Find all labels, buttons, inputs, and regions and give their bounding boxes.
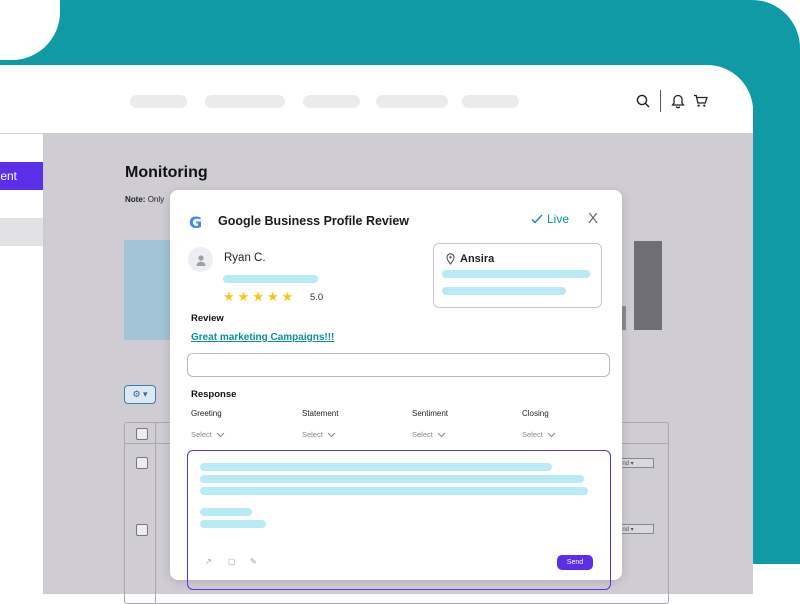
closing-select[interactable]: Select bbox=[522, 430, 556, 439]
avatar bbox=[188, 247, 213, 272]
text-placeholder bbox=[442, 287, 566, 295]
bell-icon[interactable] bbox=[671, 94, 685, 109]
chevron-down-icon bbox=[547, 432, 556, 437]
nav-item-placeholder[interactable] bbox=[303, 95, 360, 108]
share-icon[interactable]: ↗ bbox=[205, 557, 212, 566]
edit-icon[interactable]: ✎ bbox=[250, 557, 257, 566]
copy-icon[interactable]: ▢ bbox=[228, 557, 236, 566]
text-placeholder bbox=[200, 463, 552, 471]
table-column-divider bbox=[155, 423, 156, 603]
text-placeholder bbox=[200, 508, 252, 516]
star-icon: ★ bbox=[223, 289, 235, 304]
note-text: Only bbox=[147, 195, 165, 204]
divider bbox=[660, 90, 661, 112]
star-icon: ★ bbox=[266, 289, 279, 304]
chevron-down-icon bbox=[216, 432, 225, 437]
modal-title: Google Business Profile Review bbox=[218, 214, 410, 228]
sidebar: ent bbox=[0, 134, 44, 594]
star-icon: ★ bbox=[252, 289, 264, 304]
cart-icon[interactable] bbox=[693, 94, 708, 108]
check-icon bbox=[531, 214, 543, 224]
text-placeholder bbox=[200, 487, 588, 495]
location-name: Ansira bbox=[460, 253, 495, 265]
review-text-link[interactable]: Great marketing Campaigns!!! bbox=[191, 332, 334, 343]
select-all-checkbox[interactable] bbox=[136, 428, 148, 440]
send-button[interactable]: Send bbox=[557, 555, 593, 570]
greeting-select[interactable]: Select bbox=[191, 430, 225, 439]
header-actions bbox=[636, 90, 708, 112]
close-button[interactable]: X bbox=[588, 210, 598, 227]
nav-item-placeholder[interactable] bbox=[462, 95, 519, 108]
page-note: Note: Only bbox=[125, 195, 164, 204]
statement-select[interactable]: Select bbox=[302, 430, 336, 439]
statement-label: Statement bbox=[302, 409, 339, 418]
user-icon bbox=[196, 254, 205, 266]
location-card: Ansira bbox=[433, 243, 602, 308]
sidebar-item[interactable] bbox=[0, 218, 43, 246]
star-rating: ★ ★ ★ ★ ★ bbox=[223, 290, 293, 303]
reviewer-name: Ryan C. bbox=[224, 252, 266, 264]
search-icon[interactable] bbox=[636, 94, 650, 108]
top-nav bbox=[0, 65, 753, 134]
page-title: Monitoring bbox=[125, 164, 208, 181]
text-placeholder bbox=[223, 275, 318, 283]
live-status: Live bbox=[531, 212, 569, 226]
background-chart-bar bbox=[634, 241, 662, 330]
location-pin-icon bbox=[446, 253, 455, 265]
star-icon: ★ bbox=[281, 289, 294, 304]
chevron-down-icon bbox=[437, 432, 446, 437]
review-input[interactable] bbox=[187, 353, 610, 377]
row-checkbox[interactable] bbox=[136, 524, 148, 536]
chevron-down-icon bbox=[327, 432, 336, 437]
sentiment-label: Sentiment bbox=[412, 409, 449, 418]
star-icon: ★ bbox=[237, 289, 250, 304]
response-section-label: Response bbox=[191, 389, 237, 400]
note-label: Note: bbox=[125, 195, 146, 204]
settings-dropdown[interactable]: ⚙ ▾ bbox=[124, 385, 156, 404]
sidebar-item-active[interactable]: ent bbox=[0, 162, 43, 190]
sentiment-select[interactable]: Select bbox=[412, 430, 446, 439]
nav-item-placeholder[interactable] bbox=[130, 95, 187, 108]
greeting-label: Greeting bbox=[191, 409, 222, 418]
text-placeholder bbox=[200, 520, 266, 528]
row-checkbox[interactable] bbox=[136, 457, 148, 469]
review-section-label: Review bbox=[191, 313, 224, 324]
rating-value: 5.0 bbox=[310, 292, 324, 303]
response-textarea[interactable] bbox=[187, 450, 611, 590]
review-modal: G Google Business Profile Review Live X … bbox=[170, 190, 622, 590]
nav-item-placeholder[interactable] bbox=[376, 95, 448, 108]
live-status-label: Live bbox=[547, 212, 570, 226]
text-placeholder bbox=[442, 270, 590, 278]
text-placeholder bbox=[200, 475, 584, 483]
google-logo: G bbox=[189, 213, 203, 232]
closing-label: Closing bbox=[522, 409, 549, 418]
nav-item-placeholder[interactable] bbox=[205, 95, 285, 108]
